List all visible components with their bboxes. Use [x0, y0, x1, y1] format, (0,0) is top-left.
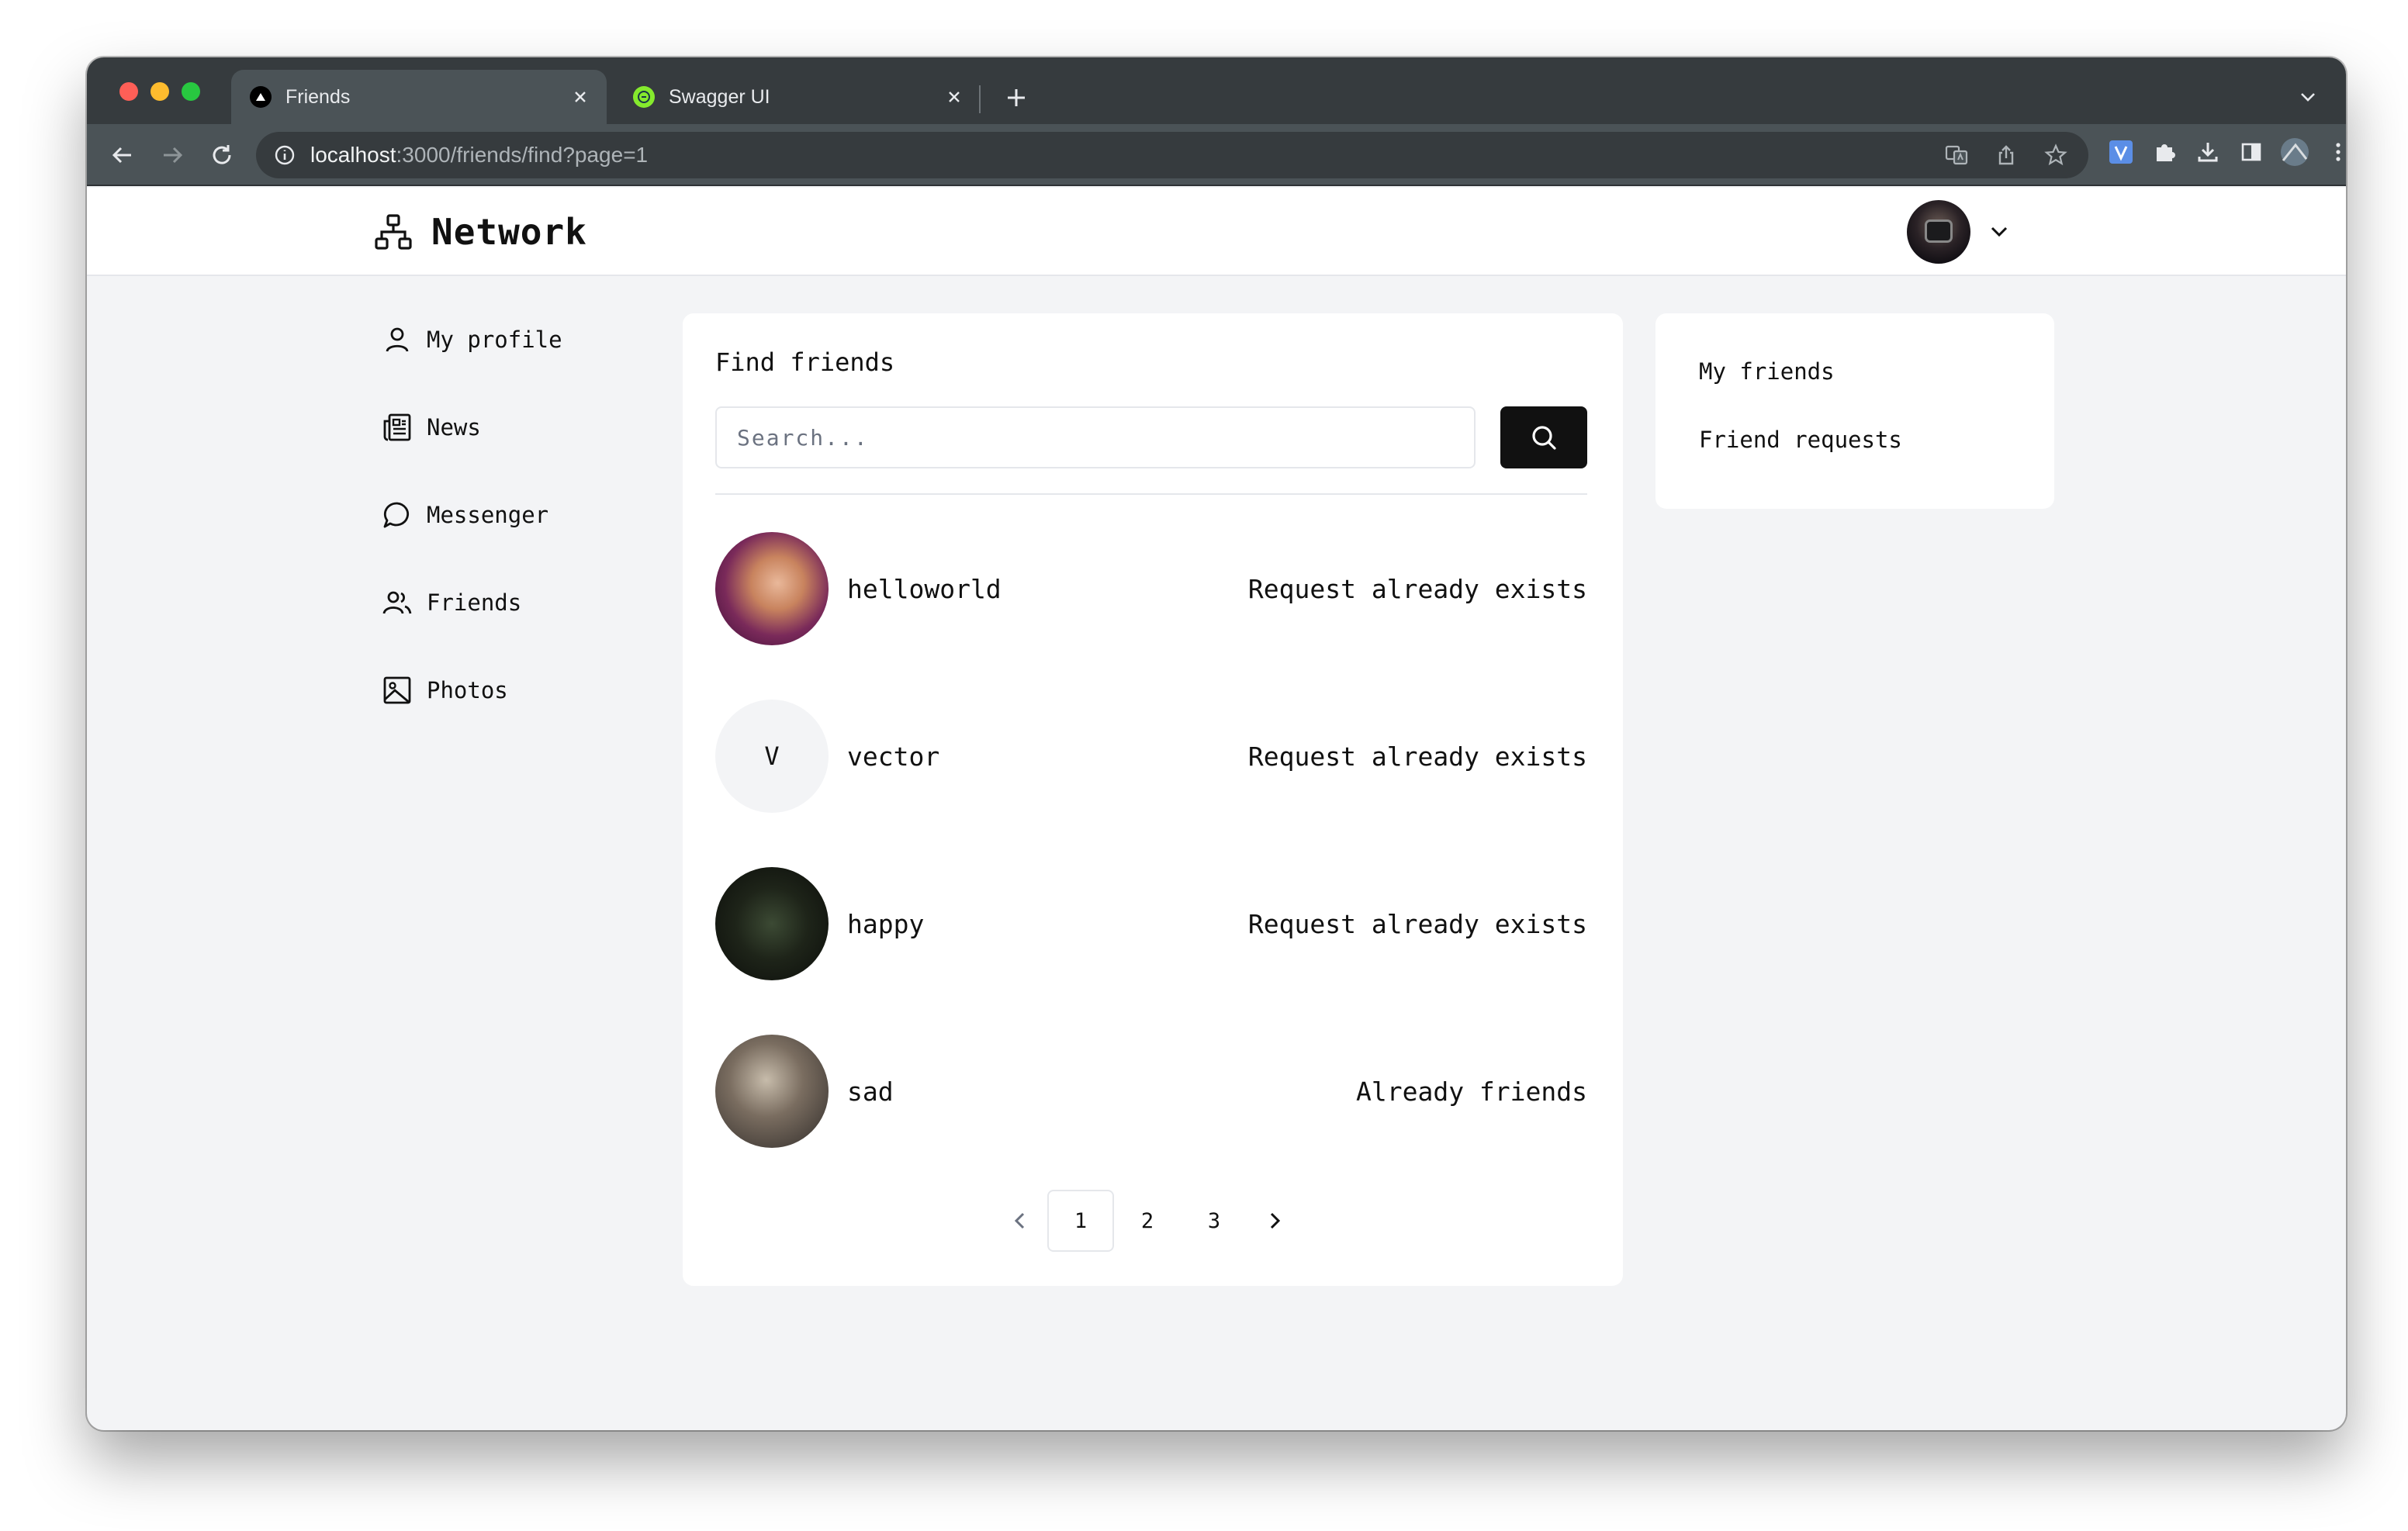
my-friends-link[interactable]: My friends: [1699, 358, 1835, 385]
sidebar-item-label: Photos: [427, 677, 508, 703]
extensions-area: [2104, 135, 2346, 169]
avatar[interactable]: [715, 1035, 829, 1148]
browser-window: Friends Swagger UI localhost:3000/frien…: [87, 57, 2346, 1430]
network-icon: [375, 214, 412, 250]
find-friends-card: Find friends helloworld Request already …: [683, 313, 1623, 1286]
next-page-button[interactable]: [1247, 1190, 1302, 1252]
forward-button[interactable]: [152, 135, 192, 175]
sidebar-item-label: News: [427, 414, 481, 441]
list-item: happy Request already exists: [715, 867, 1587, 980]
list-item: helloworld Request already exists: [715, 532, 1587, 645]
minimize-window-button[interactable]: [150, 82, 169, 101]
translate-icon[interactable]: [1939, 138, 1974, 172]
page-title: Find friends: [715, 347, 895, 377]
browser-toolbar: localhost:3000/friends/find?page=1: [87, 124, 2346, 186]
close-icon[interactable]: [939, 81, 970, 112]
brand-logo[interactable]: Network: [374, 211, 587, 253]
sidebar-item-photos[interactable]: Photos: [382, 667, 562, 714]
chevron-down-icon: [2301, 93, 2315, 102]
chevron-right-icon: [1270, 1212, 1281, 1229]
search-button[interactable]: [1500, 406, 1587, 468]
list-item: V vector Request already exists: [715, 700, 1587, 813]
sidebar-nav: My profile News Messenger Friends Photos: [382, 316, 562, 755]
avatar[interactable]: [1907, 200, 1970, 264]
avatar[interactable]: [715, 532, 829, 645]
vercel-icon: [250, 86, 272, 108]
user-name[interactable]: sad: [847, 1077, 1356, 1107]
tab-separator: [979, 85, 981, 113]
friend-status: Request already exists: [1247, 741, 1587, 772]
profile-avatar-icon[interactable]: [2278, 135, 2312, 169]
user-name[interactable]: vector: [847, 741, 1248, 772]
reload-button[interactable]: [202, 135, 242, 175]
search-input[interactable]: [715, 406, 1476, 468]
tab-friends[interactable]: Friends: [231, 70, 607, 124]
chevron-left-icon: [1014, 1212, 1025, 1229]
info-icon[interactable]: [273, 143, 296, 167]
avatar[interactable]: V: [715, 700, 829, 813]
plus-icon: [1008, 89, 1025, 106]
address-bar[interactable]: localhost:3000/friends/find?page=1: [256, 132, 2088, 178]
chat-bubble-icon: [383, 502, 410, 528]
sidebar-item-news[interactable]: News: [382, 404, 562, 451]
search-icon: [1532, 426, 1556, 450]
brand-title: Network: [431, 211, 587, 253]
page-3-button[interactable]: 3: [1181, 1190, 1247, 1252]
sidebar-item-label: My profile: [427, 327, 562, 353]
friend-status: Already friends: [1355, 1076, 1587, 1107]
tab-strip: Friends Swagger UI: [87, 57, 2346, 124]
friend-status: Request already exists: [1247, 908, 1587, 939]
extension-v-icon[interactable]: [2104, 135, 2138, 169]
tab-swagger-ui[interactable]: Swagger UI: [614, 70, 981, 124]
tab-search-button[interactable]: [2289, 78, 2327, 116]
user-name[interactable]: happy: [847, 909, 1248, 939]
users-icon: [382, 591, 412, 614]
bookmark-star-icon[interactable]: [2039, 138, 2073, 172]
tab-title: Swagger UI: [669, 85, 770, 108]
newspaper-icon: [383, 413, 411, 441]
tab-title: Friends: [285, 85, 351, 108]
new-tab-button[interactable]: [995, 76, 1038, 119]
sidebar-item-messenger[interactable]: Messenger: [382, 492, 562, 538]
more-vert-icon[interactable]: [2321, 135, 2346, 169]
url-host: localhost: [310, 143, 396, 167]
download-icon[interactable]: [2191, 135, 2225, 169]
friend-requests-link[interactable]: Friend requests: [1699, 427, 1902, 453]
sidebar-item-friends[interactable]: Friends: [382, 579, 562, 626]
user-name[interactable]: helloworld: [847, 574, 1248, 604]
photo-icon: [383, 676, 411, 704]
close-window-button[interactable]: [119, 82, 138, 101]
avatar[interactable]: [715, 867, 829, 980]
chevron-down-icon[interactable]: [1986, 219, 2012, 245]
sidebar-item-my-profile[interactable]: My profile: [382, 316, 562, 363]
user-icon: [386, 327, 409, 352]
page-1-button[interactable]: 1: [1047, 1190, 1114, 1252]
list-item: sad Already friends: [715, 1035, 1587, 1148]
friend-status: Request already exists: [1247, 573, 1587, 604]
url-path: :3000/friends/find?page=1: [396, 143, 649, 167]
page-2-button[interactable]: 2: [1114, 1190, 1181, 1252]
side-panel-icon[interactable]: [2234, 135, 2268, 169]
back-button[interactable]: [102, 135, 143, 175]
pagination: 1 2 3: [993, 1190, 1302, 1252]
arrow-right-icon: [164, 147, 183, 164]
puzzle-icon[interactable]: [2147, 135, 2181, 169]
share-icon[interactable]: [1989, 138, 2023, 172]
app-header: Network: [87, 188, 2346, 276]
zoom-window-button[interactable]: [182, 82, 200, 101]
previous-page-button[interactable]: [993, 1190, 1047, 1252]
sidebar-item-label: Friends: [427, 589, 522, 616]
divider: [715, 493, 1587, 495]
arrow-left-icon: [112, 147, 131, 164]
close-icon[interactable]: [565, 81, 596, 112]
reload-icon: [213, 145, 231, 164]
sidebar-item-label: Messenger: [427, 502, 549, 528]
friends-menu-card: My friends Friend requests: [1656, 313, 2054, 509]
swagger-icon: [633, 86, 655, 108]
